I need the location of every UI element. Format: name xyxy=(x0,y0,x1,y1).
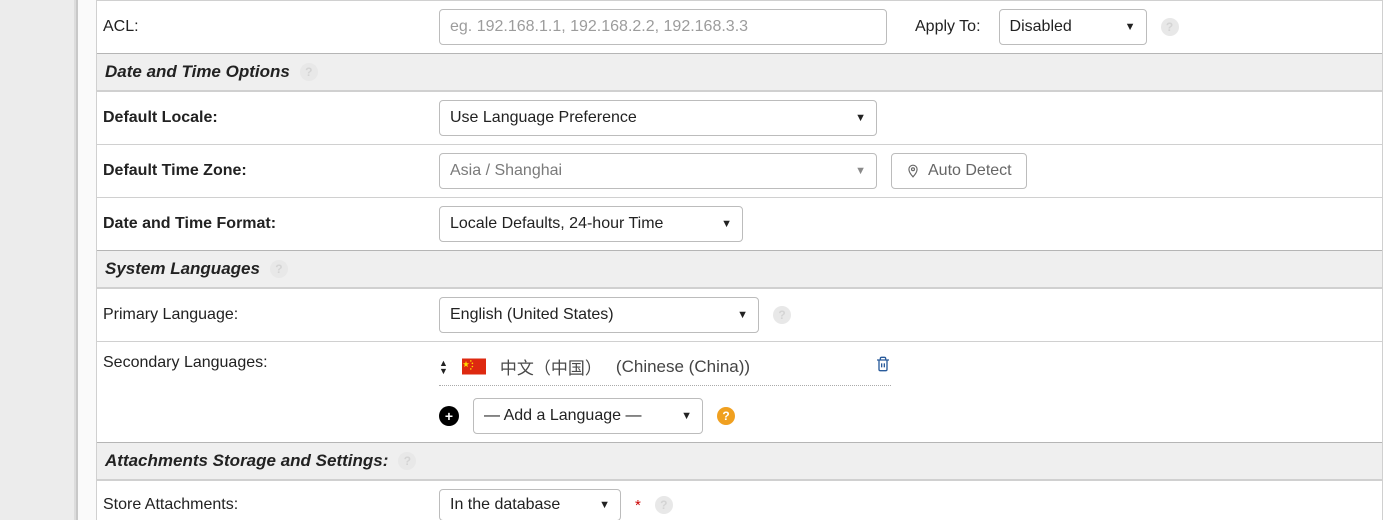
map-pin-icon xyxy=(906,164,920,178)
acl-label: ACL: xyxy=(97,18,439,36)
help-icon[interactable]: ? xyxy=(717,407,735,425)
required-indicator: * xyxy=(635,497,641,514)
store-attachments-value: In the database xyxy=(450,496,560,514)
auto-detect-label: Auto Detect xyxy=(928,162,1012,180)
help-icon[interactable]: ? xyxy=(1161,18,1179,36)
delete-language-button[interactable] xyxy=(875,355,891,378)
section-languages-title: System Languages xyxy=(105,259,260,279)
add-language-button[interactable]: + xyxy=(439,406,459,426)
section-datetime-title: Date and Time Options xyxy=(105,62,290,82)
add-language-value: — Add a Language — xyxy=(484,407,641,425)
datetime-format-label: Date and Time Format: xyxy=(97,215,439,233)
language-native-name: 中文（中国） xyxy=(500,354,602,379)
secondary-languages-label: Secondary Languages: xyxy=(97,350,439,372)
default-timezone-label: Default Time Zone: xyxy=(97,162,439,180)
help-icon[interactable]: ? xyxy=(655,496,673,514)
apply-to-select[interactable]: Disabled ▼ xyxy=(999,9,1147,45)
help-icon[interactable]: ? xyxy=(773,306,791,324)
caret-down-icon: ▼ xyxy=(855,165,866,177)
secondary-language-item: ▲ ▼ 中文（中国） (Chinese (China)) xyxy=(439,354,891,386)
default-locale-label: Default Locale: xyxy=(97,109,439,127)
settings-panel: ACL: Apply To: Disabled ▼ ? Date and Tim… xyxy=(96,0,1383,520)
caret-down-icon: ▼ xyxy=(1125,21,1136,33)
flag-cn-icon xyxy=(462,358,486,375)
language-english-name: (Chinese (China)) xyxy=(616,357,750,377)
store-attachments-label: Store Attachments: xyxy=(97,496,439,514)
auto-detect-button[interactable]: Auto Detect xyxy=(891,153,1027,189)
primary-language-select[interactable]: English (United States) ▼ xyxy=(439,297,759,333)
row-datetime-format: Date and Time Format: Locale Defaults, 2… xyxy=(97,197,1382,250)
default-locale-select[interactable]: Use Language Preference ▼ xyxy=(439,100,877,136)
default-timezone-value: Asia / Shanghai xyxy=(450,162,562,180)
add-language-row: + — Add a Language — ▼ ? xyxy=(439,398,891,434)
row-acl: ACL: Apply To: Disabled ▼ ? xyxy=(97,0,1382,53)
store-attachments-select[interactable]: In the database ▼ xyxy=(439,489,621,520)
apply-to-label: Apply To: xyxy=(915,18,981,36)
datetime-format-select[interactable]: Locale Defaults, 24-hour Time ▼ xyxy=(439,206,743,242)
section-attachments-header: Attachments Storage and Settings: ? xyxy=(97,442,1382,480)
primary-language-label: Primary Language: xyxy=(97,306,439,324)
default-timezone-select[interactable]: Asia / Shanghai ▼ xyxy=(439,153,877,189)
help-icon[interactable]: ? xyxy=(270,260,288,278)
left-sidebar-gutter xyxy=(0,0,78,520)
section-attachments-title: Attachments Storage and Settings: xyxy=(105,451,388,471)
caret-down-icon: ▼ xyxy=(681,410,692,422)
caret-down-icon: ▼ xyxy=(721,218,732,230)
datetime-format-value: Locale Defaults, 24-hour Time xyxy=(450,215,663,233)
row-default-locale: Default Locale: Use Language Preference … xyxy=(97,91,1382,144)
trash-icon xyxy=(875,355,891,373)
caret-down-icon: ▼ xyxy=(855,112,866,124)
row-store-attachments: Store Attachments: In the database ▼ * ? xyxy=(97,480,1382,520)
default-locale-value: Use Language Preference xyxy=(450,109,637,127)
add-language-select[interactable]: — Add a Language — ▼ xyxy=(473,398,703,434)
drag-handle-icon[interactable]: ▲ ▼ xyxy=(439,359,448,375)
section-languages-header: System Languages ? xyxy=(97,250,1382,288)
caret-down-icon: ▼ xyxy=(737,309,748,321)
caret-down-icon: ▼ xyxy=(599,499,610,511)
apply-to-value: Disabled xyxy=(1010,18,1072,36)
row-primary-language: Primary Language: English (United States… xyxy=(97,288,1382,341)
row-secondary-languages: Secondary Languages: ▲ ▼ xyxy=(97,341,1382,442)
acl-input[interactable] xyxy=(439,9,887,45)
primary-language-value: English (United States) xyxy=(450,306,614,324)
row-default-timezone: Default Time Zone: Asia / Shanghai ▼ Aut… xyxy=(97,144,1382,197)
section-datetime-header: Date and Time Options ? xyxy=(97,53,1382,91)
help-icon[interactable]: ? xyxy=(300,63,318,81)
help-icon[interactable]: ? xyxy=(398,452,416,470)
